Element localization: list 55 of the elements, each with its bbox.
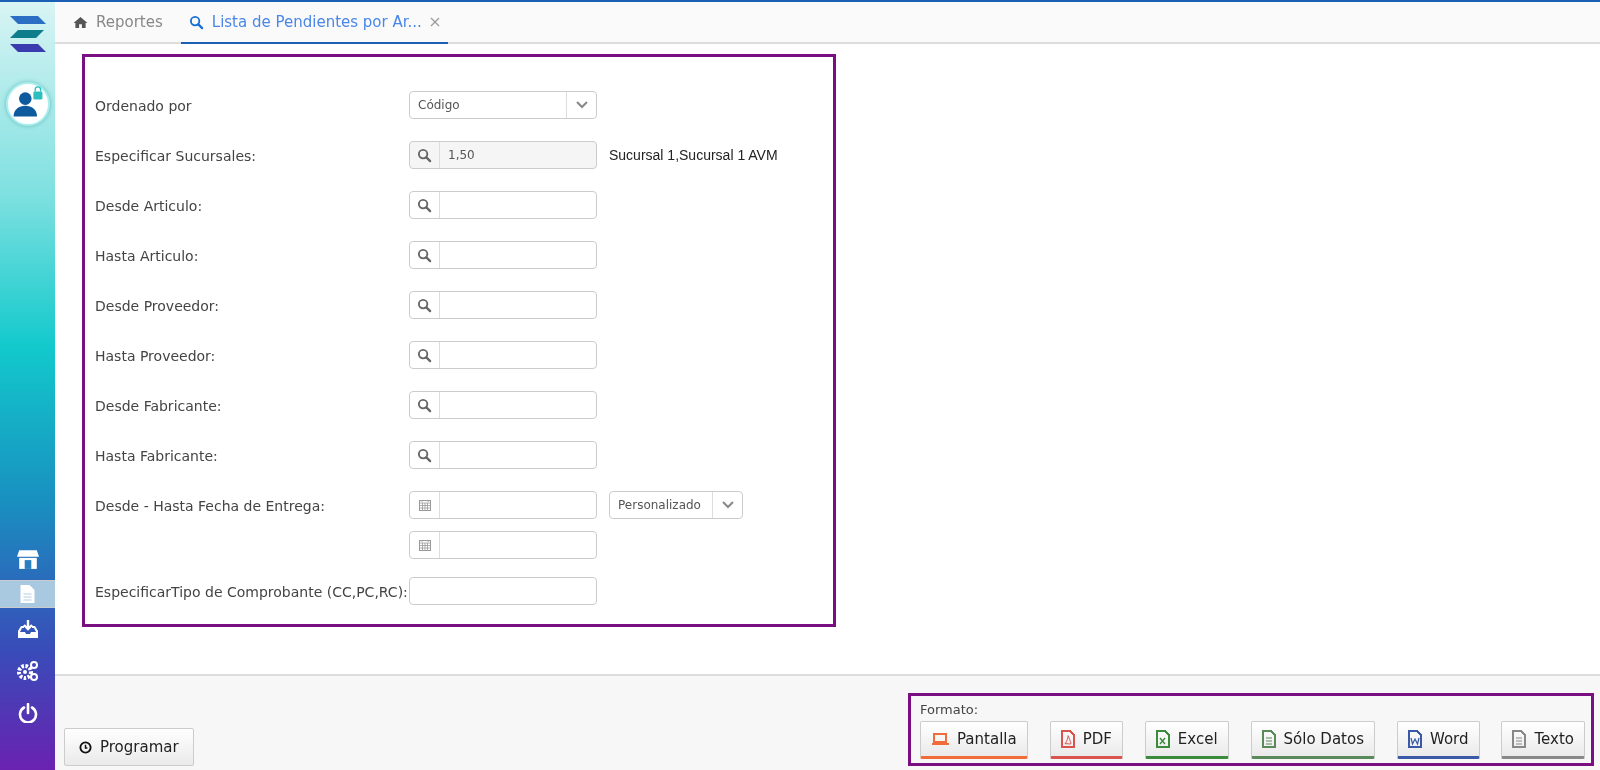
lookup-field[interactable]: 1,50 xyxy=(409,141,597,169)
zoom-icon xyxy=(417,147,432,163)
search-icon xyxy=(417,397,432,413)
search-icon xyxy=(417,297,432,313)
store-icon xyxy=(16,548,39,570)
calendar-icon xyxy=(418,499,431,511)
search-field[interactable] xyxy=(409,441,597,469)
field-label: Hasta Fabricante: xyxy=(95,447,219,464)
search-icon xyxy=(417,447,432,463)
search-field[interactable] xyxy=(409,241,597,269)
search-icon xyxy=(188,14,204,30)
search-icon xyxy=(417,197,432,213)
format-button[interactable]: Word xyxy=(1396,721,1480,759)
document-icon xyxy=(19,584,36,604)
search-icon xyxy=(417,247,432,263)
power-icon xyxy=(17,703,38,723)
date-preset-dropdown[interactable]: Personalizado xyxy=(609,491,743,519)
search-field[interactable] xyxy=(409,391,597,419)
close-icon[interactable] xyxy=(429,17,440,27)
gears-icon xyxy=(16,660,39,682)
search-icon xyxy=(417,347,432,363)
field-label: Hasta Articulo: xyxy=(95,247,200,264)
field-label: Especificar Sucursales: xyxy=(95,147,257,164)
tab-label: Reportes xyxy=(96,13,163,31)
schedule-button[interactable]: Programar xyxy=(64,728,194,766)
branch-names: Sucursal 1,Sucursal 1 AVM xyxy=(609,147,778,163)
chevron-down-icon xyxy=(721,501,734,509)
search-field[interactable] xyxy=(409,341,597,369)
field-label: Desde Articulo: xyxy=(95,197,204,214)
input-field[interactable] xyxy=(409,577,597,605)
format-button[interactable]: Excel xyxy=(1144,721,1229,759)
format-button[interactable]: Pantalla xyxy=(920,721,1028,759)
field-label: Desde Fabricante: xyxy=(95,397,223,414)
field-label: EspecificarTipo de Comprobante (CC,PC,RC): xyxy=(95,583,409,600)
field-label: Hasta Proveedor: xyxy=(95,347,217,364)
download-tray-icon xyxy=(16,619,39,639)
tab[interactable]: Reportes xyxy=(65,2,171,44)
date-field[interactable] xyxy=(409,531,597,559)
format-title: Formato: xyxy=(920,702,980,717)
format-button[interactable]: Texto xyxy=(1501,721,1585,759)
field-label: Ordenado por xyxy=(95,97,193,114)
dropdown[interactable]: Código xyxy=(409,91,597,119)
home-icon xyxy=(73,15,88,29)
field-label: Desde Proveedor: xyxy=(95,297,221,314)
field-label: Desde - Hasta Fecha de Entrega: xyxy=(95,497,326,514)
calendar-icon xyxy=(418,539,431,551)
chevron-down-icon xyxy=(575,101,588,109)
search-field[interactable] xyxy=(409,191,597,219)
search-field[interactable] xyxy=(409,291,597,319)
format-button[interactable]: Sólo Datos xyxy=(1250,721,1375,759)
tab-label: Lista de Pendientes por Ar... xyxy=(211,13,422,31)
format-button[interactable]: PDF xyxy=(1049,721,1123,759)
date-field[interactable] xyxy=(409,491,597,519)
avatar[interactable] xyxy=(5,82,50,126)
clock-icon xyxy=(79,740,92,754)
